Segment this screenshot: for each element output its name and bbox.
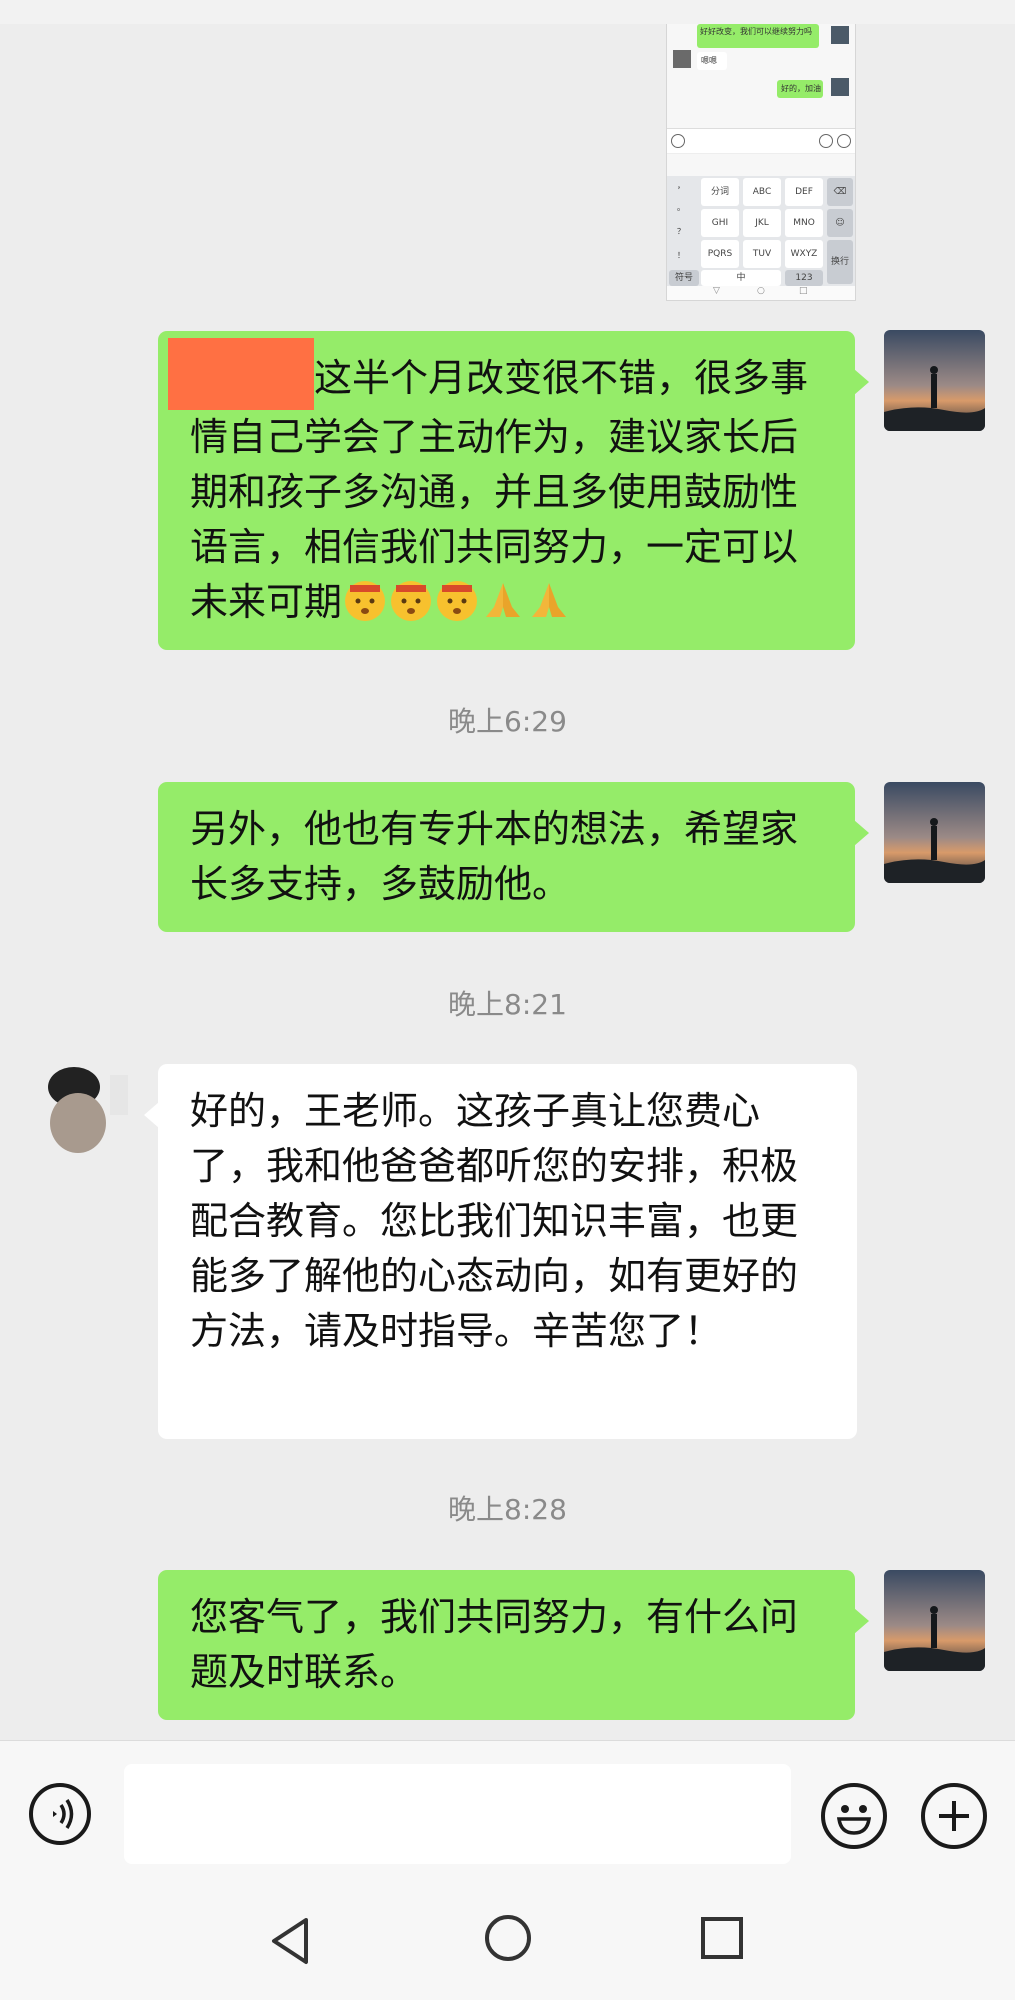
mini-plus-icon <box>837 134 851 148</box>
message-input[interactable] <box>124 1764 791 1864</box>
mini-key: 符号 <box>669 270 699 286</box>
mini-key: DEF <box>785 178 823 206</box>
redacted-name <box>168 337 314 410</box>
home-icon[interactable] <box>482 1912 534 1964</box>
mini-key: JKL <box>743 209 781 237</box>
avatar-blurred-image <box>44 1065 132 1155</box>
my-avatar[interactable] <box>884 782 985 883</box>
message-text: 另外，他也有专升本的想法，希望家长多支持，多鼓励他。 <box>190 807 799 906</box>
mini-key: PQRS <box>701 240 739 268</box>
voice-icon[interactable] <box>29 1783 91 1845</box>
mini-keyboard: ， 。 ？ ！ 分词 ABC DEF ⌫ GHI JKL MNO ☺ PQRS … <box>667 176 855 286</box>
mini-emoji-icon <box>819 134 833 148</box>
mini-key: WXYZ <box>785 240 823 268</box>
mini-key: ？ <box>677 227 685 236</box>
mini-back-icon: ▽ <box>713 286 720 296</box>
folded-hands-icon <box>486 582 521 617</box>
plus-icon[interactable] <box>921 1783 987 1849</box>
system-nav-bar <box>0 1890 1015 2000</box>
timestamp: 晚上6:29 <box>448 705 567 738</box>
my-avatar[interactable] <box>884 1570 985 1671</box>
mini-bubble: 嗯嗯 <box>697 52 727 70</box>
avatar-sunset-image <box>884 1570 985 1671</box>
timestamp: 晚上8:28 <box>448 1493 567 1526</box>
mini-key-delete: ⌫ <box>827 178 853 206</box>
image-message-screenshot[interactable]: 好好改变，我们可以继续努力吗 嗯嗯 好的，加油 ， 。 ？ ！ 分词 ABC D… <box>666 24 856 301</box>
mini-navbar: ▽ ○ □ <box>667 286 855 300</box>
mini-key: ， <box>677 181 685 190</box>
message-bubble-outgoing[interactable]: 这半个月改变很不错，很多事情自己学会了主动作为，建议家长后期和孩子多沟通，并且多… <box>158 331 869 650</box>
mini-avatar <box>831 26 849 44</box>
avatar-sunset-image <box>884 330 985 431</box>
mini-bubble: 好好改变，我们可以继续努力吗 <box>697 24 819 48</box>
mini-key: ！ <box>677 251 685 260</box>
timestamp: 晚上8:21 <box>448 988 567 1021</box>
message-bubble-incoming[interactable]: 好的，王老师。这孩子真让您费心了，我和他爸爸都听您的安排，积极配合教育。您比我们… <box>144 1064 857 1439</box>
mini-key: GHI <box>701 209 739 237</box>
mini-voice-icon <box>671 134 685 148</box>
mini-key: TUV <box>743 240 781 268</box>
voice-waves-icon <box>53 1799 74 1829</box>
message-bubble-outgoing[interactable]: 另外，他也有专升本的想法，希望家长多支持，多鼓励他。 <box>158 782 869 932</box>
hushed-face-icon <box>345 580 386 621</box>
mini-key: ABC <box>743 178 781 206</box>
message-text: 好的，王老师。这孩子真让您费心了，我和他爸爸都听您的安排，积极配合教育。您比我们… <box>190 1089 799 1353</box>
mini-key-emoji: ☺ <box>827 209 853 237</box>
back-icon[interactable] <box>266 1914 316 1968</box>
chat-input-bar <box>0 1740 1015 1891</box>
message-bubble-outgoing[interactable]: 您客气了，我们共同努力，有什么问题及时联系。 <box>158 1570 869 1720</box>
mini-avatar <box>831 78 849 96</box>
plus-sign-icon <box>939 1801 969 1831</box>
recents-icon[interactable] <box>698 1914 746 1962</box>
message-text: 您客气了，我们共同努力，有什么问题及时联系。 <box>190 1595 799 1694</box>
mini-bubble: 好的，加油 <box>777 80 823 98</box>
mini-home-icon: ○ <box>757 286 765 296</box>
smiley-face-icon <box>836 1805 872 1835</box>
status-strip <box>0 0 1015 24</box>
contact-avatar[interactable] <box>44 1065 132 1155</box>
mini-key-enter: 换行 <box>827 240 853 284</box>
mini-key-space: 中 <box>701 270 781 286</box>
mini-key: 。 <box>677 203 685 212</box>
mini-key: MNO <box>785 209 823 237</box>
mini-key: 123 <box>785 270 823 286</box>
mini-bubble-text: 嗯嗯 <box>701 56 717 65</box>
emoji-icon[interactable] <box>821 1783 887 1849</box>
hushed-face-icon <box>437 580 478 621</box>
mini-recents-icon: □ <box>799 286 808 296</box>
mini-bubble-text: 好好改变，我们可以继续努力吗 <box>700 27 812 36</box>
hushed-face-icon <box>391 580 432 621</box>
avatar-sunset-image <box>884 782 985 883</box>
mini-input-row <box>667 128 855 154</box>
my-avatar[interactable] <box>884 330 985 431</box>
mini-key: 分词 <box>701 178 739 206</box>
mini-bubble-text: 好的，加油 <box>781 84 821 93</box>
mini-avatar <box>673 50 691 68</box>
folded-hands-icon <box>532 582 567 617</box>
